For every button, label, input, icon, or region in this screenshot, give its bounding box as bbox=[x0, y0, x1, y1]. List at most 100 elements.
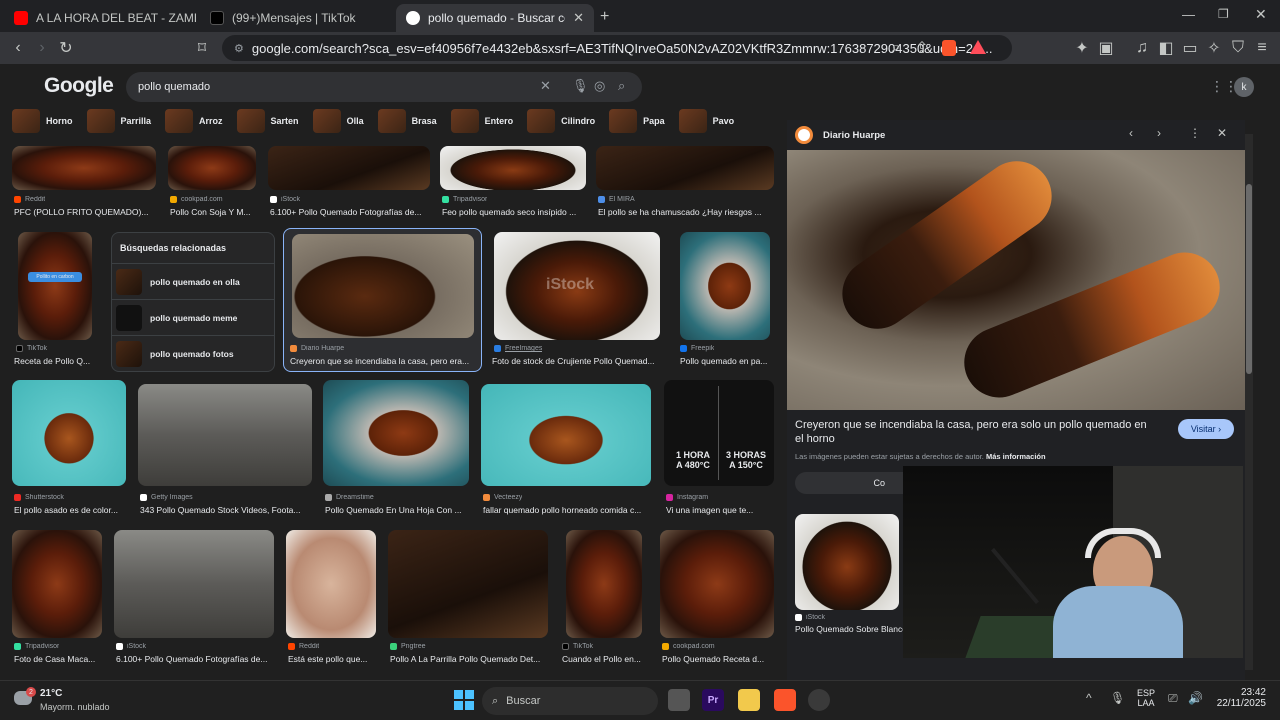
result-title[interactable]: El pollo se ha chamuscado ¿Hay riesgos .… bbox=[598, 207, 774, 217]
chip[interactable]: Pavo bbox=[677, 106, 741, 136]
network-icon[interactable]: ⎚ bbox=[1168, 691, 1178, 706]
result-image[interactable] bbox=[138, 384, 312, 486]
reload-icon[interactable]: ↻ bbox=[54, 36, 78, 60]
chip[interactable]: Parrilla bbox=[85, 106, 158, 136]
result-title[interactable]: Cuando el Pollo en... bbox=[562, 654, 646, 664]
result-image[interactable] bbox=[596, 146, 774, 190]
brave-rewards-icon[interactable] bbox=[970, 40, 986, 54]
result-title[interactable]: Pollo Quemado Receta d... bbox=[662, 654, 774, 664]
result-title[interactable]: fallar quemado pollo horneado comida c..… bbox=[483, 505, 653, 515]
chip[interactable]: Papa bbox=[607, 106, 671, 136]
result-title[interactable]: Pollo Quemado En Una Hoja Con ... bbox=[325, 505, 473, 515]
result-title[interactable]: Foto de stock de Crujiente Pollo Quemad.… bbox=[492, 356, 660, 366]
result-image[interactable]: iStock bbox=[494, 232, 660, 340]
scrollbar[interactable] bbox=[1245, 134, 1253, 670]
result-image[interactable] bbox=[12, 146, 156, 190]
chip[interactable]: Arroz bbox=[163, 106, 229, 136]
taskbar-search[interactable]: ⌕ Buscar bbox=[482, 687, 658, 715]
mic-icon[interactable]: 🎙 bbox=[572, 78, 589, 94]
chip[interactable]: Cilindro bbox=[525, 106, 601, 136]
related-preview-image[interactable] bbox=[795, 514, 899, 610]
more-info-link[interactable]: Más información bbox=[986, 452, 1046, 461]
back-icon[interactable]: ‹ bbox=[6, 36, 30, 60]
clock[interactable]: 23:42 22/11/2025 bbox=[1212, 687, 1266, 709]
result-image[interactable] bbox=[268, 146, 430, 190]
result-title[interactable]: El pollo asado es de color... bbox=[14, 505, 128, 515]
weather-text[interactable]: Mayorm. nublado bbox=[40, 702, 110, 712]
search-box[interactable]: pollo quemado ✕ 🎙 ◎ ⌕ bbox=[126, 72, 642, 102]
tray-chevron-icon[interactable]: ^ bbox=[1086, 691, 1092, 705]
result-image[interactable] bbox=[286, 530, 376, 638]
close-window-icon[interactable]: ✕ bbox=[1255, 6, 1267, 23]
app-icon[interactable] bbox=[808, 689, 830, 711]
mic-tray-icon[interactable]: 🎙 bbox=[1110, 691, 1125, 705]
extensions-icon[interactable]: ✦ bbox=[1070, 36, 1094, 60]
result-title[interactable]: Pollo Con Soja Y M... bbox=[170, 207, 260, 217]
more-icon[interactable]: ⋮ bbox=[1189, 126, 1201, 140]
temperature[interactable]: 21°C bbox=[40, 688, 62, 699]
result-title[interactable]: Receta de Pollo Q... bbox=[14, 356, 96, 366]
close-tab-icon[interactable]: ✕ bbox=[573, 10, 584, 26]
chip[interactable]: Horno bbox=[10, 106, 79, 136]
tab-youtube[interactable]: A LA HORA DEL BEAT - ZAMBO CAVE bbox=[4, 4, 196, 32]
result-title[interactable]: Pollo Quemado Sobre Blanco bbox=[795, 624, 903, 634]
search-icon[interactable]: ⌕ bbox=[618, 78, 625, 94]
lens-icon[interactable]: ◎ bbox=[594, 78, 605, 94]
leo-icon[interactable]: ✧ bbox=[1202, 36, 1226, 60]
result-title[interactable]: Pollo A La Parrilla Pollo Quemado Det... bbox=[390, 654, 550, 664]
result-image[interactable] bbox=[481, 384, 651, 486]
chip[interactable]: Sarten bbox=[235, 106, 305, 136]
related-item[interactable]: pollo quemado en olla bbox=[112, 263, 274, 299]
site-info-icon[interactable]: ⚙ bbox=[234, 42, 244, 55]
result-image[interactable] bbox=[660, 530, 774, 638]
prev-icon[interactable]: ‹ bbox=[1129, 126, 1133, 140]
next-icon[interactable]: › bbox=[1157, 126, 1161, 140]
share-icon[interactable]: ⇪ bbox=[910, 36, 934, 60]
result-title[interactable]: Está este pollo que... bbox=[288, 654, 380, 664]
forward-icon[interactable]: › bbox=[30, 36, 54, 60]
result-image[interactable] bbox=[12, 530, 102, 638]
preview-title[interactable]: Creyeron que se incendiaba la casa, pero… bbox=[795, 418, 1155, 446]
result-image-selected[interactable] bbox=[292, 234, 474, 338]
zoom-icon[interactable]: ⌕ bbox=[884, 36, 908, 60]
result-image[interactable] bbox=[680, 232, 770, 340]
chip[interactable]: Olla bbox=[311, 106, 370, 136]
menu-icon[interactable]: ≡ bbox=[1250, 36, 1274, 60]
result-image[interactable] bbox=[440, 146, 586, 190]
result-image[interactable] bbox=[566, 530, 642, 638]
premiere-icon[interactable]: Pr bbox=[702, 689, 724, 711]
result-image[interactable] bbox=[12, 380, 126, 486]
result-image[interactable]: 1 HORA A 480°C 3 HORAS A 150°C bbox=[664, 380, 774, 486]
avatar[interactable]: k bbox=[1234, 77, 1254, 97]
maximize-icon[interactable]: ❐ bbox=[1218, 7, 1229, 21]
panel-source[interactable]: Diario Huarpe bbox=[823, 130, 885, 141]
result-title[interactable]: Vi una imagen que te... bbox=[666, 505, 776, 515]
brave-shield-icon[interactable] bbox=[942, 40, 956, 56]
new-tab-button[interactable]: + bbox=[600, 8, 609, 26]
result-image[interactable] bbox=[388, 530, 548, 638]
result-title[interactable]: 6.100+ Pollo Quemado Fotografías de... bbox=[270, 207, 432, 217]
language-indicator[interactable]: ESP LAA bbox=[1137, 688, 1155, 708]
wallet-icon[interactable]: ▭ bbox=[1178, 36, 1202, 60]
visit-button[interactable]: Visitar › bbox=[1178, 419, 1234, 439]
task-view-icon[interactable] bbox=[668, 689, 690, 711]
google-logo[interactable]: Google bbox=[44, 74, 114, 98]
tab-tiktok[interactable]: (99+)Mensajes | TikTok bbox=[200, 4, 392, 32]
result-image[interactable] bbox=[168, 146, 256, 190]
chip[interactable]: Brasa bbox=[376, 106, 443, 136]
file-explorer-icon[interactable] bbox=[738, 689, 760, 711]
clear-icon[interactable]: ✕ bbox=[540, 78, 551, 94]
result-image[interactable]: Pollito en carbon bbox=[18, 232, 92, 340]
result-title[interactable]: 343 Pollo Quemado Stock Videos, Foota... bbox=[140, 505, 314, 515]
preview-image[interactable] bbox=[787, 147, 1245, 410]
result-title[interactable]: Feo pollo quemado seco insípido ... bbox=[442, 207, 588, 217]
bookmark-icon[interactable]: ⌑ bbox=[190, 36, 214, 60]
start-icon[interactable] bbox=[454, 690, 474, 710]
related-item[interactable]: pollo quemado fotos bbox=[112, 335, 274, 371]
result-title[interactable]: PFC (POLLO FRITO QUEMADO)... bbox=[14, 207, 160, 217]
minimize-icon[interactable]: — bbox=[1182, 7, 1195, 22]
result-image[interactable] bbox=[323, 380, 469, 486]
result-title[interactable]: 6.100+ Pollo Quemado Fotografías de... bbox=[116, 654, 276, 664]
related-item[interactable]: pollo quemado meme bbox=[112, 299, 274, 335]
brave-icon[interactable] bbox=[774, 689, 796, 711]
